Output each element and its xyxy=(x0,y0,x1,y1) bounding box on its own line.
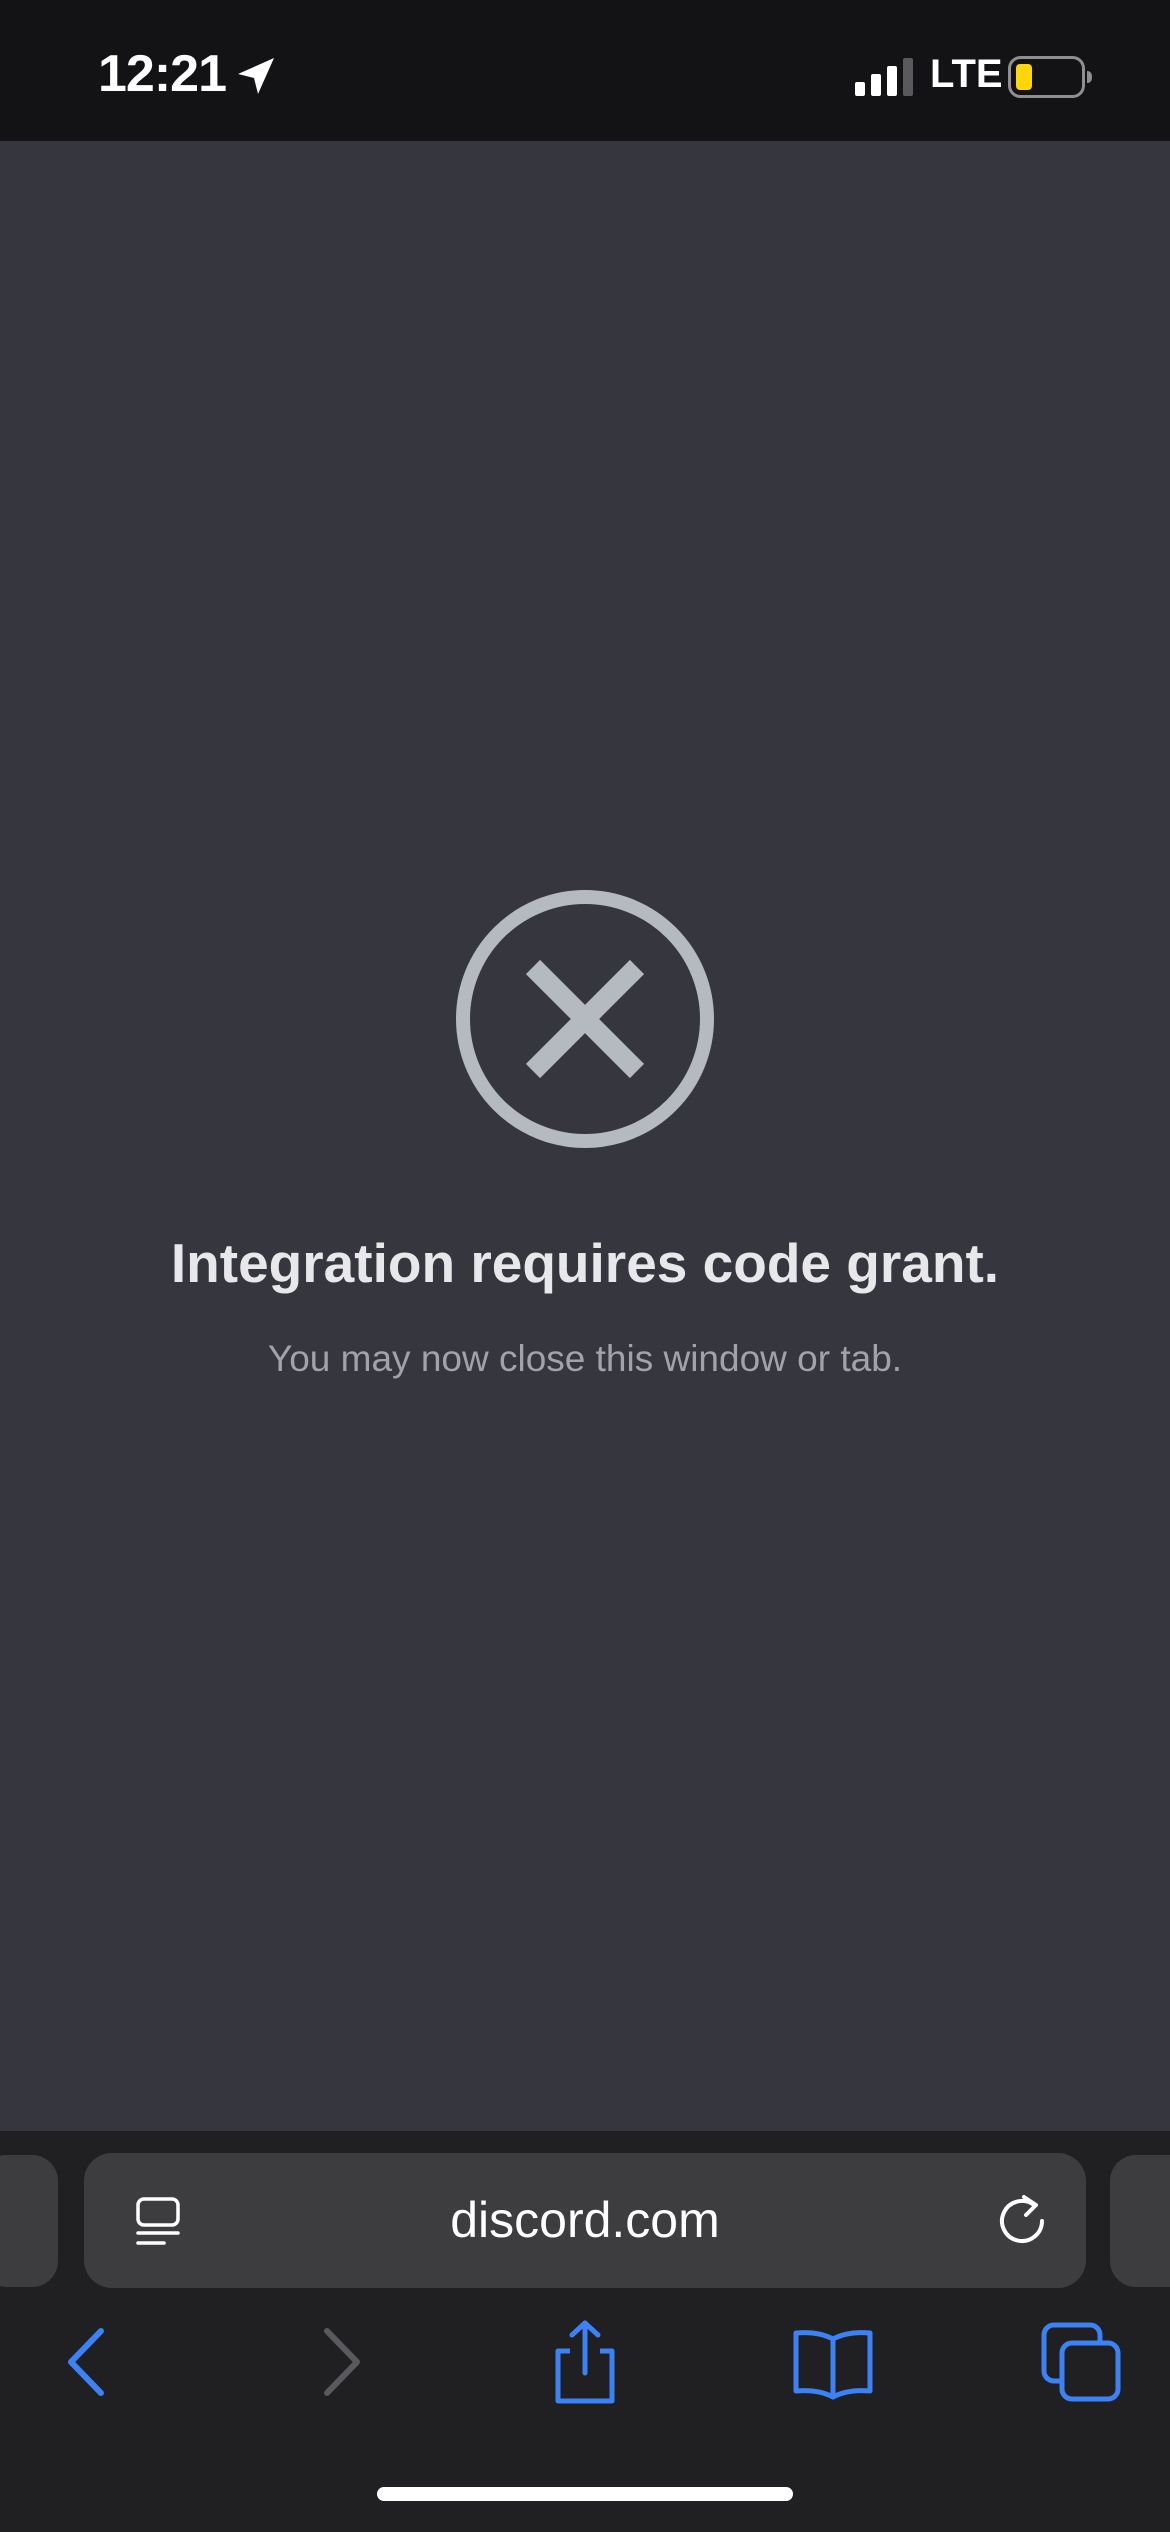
network-label: LTE xyxy=(930,52,1003,96)
error-title: Integration requires code grant. xyxy=(170,1232,1000,1294)
back-icon[interactable] xyxy=(43,2317,133,2407)
screen: 12:21 LTE Integration requires code gran… xyxy=(0,0,1170,2532)
battery-low-icon xyxy=(1008,56,1092,98)
forward-icon[interactable] xyxy=(295,2317,385,2407)
back-button[interactable] xyxy=(43,2317,133,2407)
previous-tab-preview[interactable] xyxy=(0,2155,58,2287)
share-icon[interactable] xyxy=(540,2317,630,2407)
bookmarks-icon[interactable] xyxy=(788,2317,878,2407)
address-text[interactable]: discord.com xyxy=(84,2191,1086,2249)
status-time: 12:21 xyxy=(98,45,227,103)
home-indicator[interactable] xyxy=(377,2487,793,2501)
bookmarks-button[interactable] xyxy=(788,2317,878,2407)
next-tab-preview[interactable] xyxy=(1110,2155,1170,2287)
web-page: Integration requires code grant. You may… xyxy=(0,141,1170,2131)
status-bar: 12:21 LTE xyxy=(0,0,1170,141)
circle-x-icon xyxy=(456,890,714,1148)
address-bar[interactable]: discord.com xyxy=(84,2153,1086,2288)
location-arrow-icon xyxy=(238,58,274,94)
forward-button[interactable] xyxy=(295,2317,385,2407)
tabs-button[interactable] xyxy=(1036,2317,1126,2407)
error-subtitle: You may now close this window or tab. xyxy=(267,1338,903,1379)
tabs-icon[interactable] xyxy=(1036,2317,1126,2407)
share-button[interactable] xyxy=(540,2317,630,2407)
cellular-signal-icon xyxy=(855,58,913,96)
browser-bottom-bar: discord.com xyxy=(0,2131,1170,2532)
reload-icon[interactable] xyxy=(994,2193,1050,2249)
